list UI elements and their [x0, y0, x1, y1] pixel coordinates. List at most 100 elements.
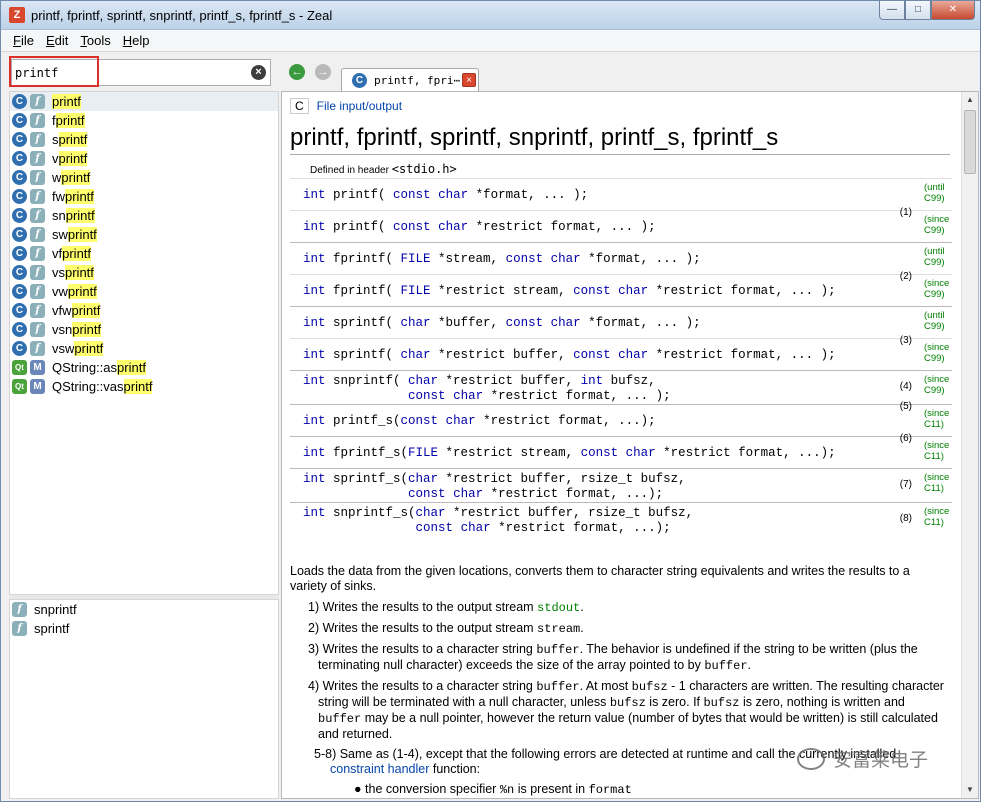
list-item[interactable]: Cf vfwprintf	[10, 301, 278, 320]
clear-search-icon[interactable]: ×	[251, 65, 266, 80]
doc-link[interactable]: constraint handler	[330, 762, 429, 776]
menu-edit[interactable]: Edit	[40, 30, 74, 51]
item-number: 2)	[308, 621, 323, 635]
version-label: (since C99)	[924, 278, 952, 300]
code-inline: %n	[499, 783, 515, 797]
list-item[interactable]: Cf snprintf	[10, 206, 278, 225]
list-item[interactable]: Cf sprintf	[10, 130, 278, 149]
keyword: const	[573, 284, 611, 298]
list-item[interactable]: Cf vfprintf	[10, 244, 278, 263]
list-item[interactable]: Cf vsprintf	[10, 263, 278, 282]
breadcrumb-c[interactable]: C	[290, 98, 309, 114]
version-line: C11)	[924, 451, 944, 462]
menu-help[interactable]: Help	[117, 30, 156, 51]
window-controls: — □ ✕	[879, 1, 975, 21]
search-input[interactable]	[15, 64, 245, 82]
result-prefix: sn	[52, 208, 66, 223]
result-match: printf	[72, 322, 102, 337]
function-icon: f	[12, 602, 27, 617]
keyword: char	[625, 446, 656, 460]
c-docset-icon: C	[352, 73, 367, 88]
maximize-icon[interactable]: □	[905, 1, 931, 20]
related-label: snprintf	[34, 602, 77, 617]
related-item[interactable]: f sprintf	[10, 619, 278, 638]
result-label: vfwprintf	[52, 303, 101, 318]
function-icon: f	[30, 341, 45, 356]
related-item[interactable]: f snprintf	[10, 600, 278, 619]
list-item[interactable]: Cf vswprintf	[10, 339, 278, 358]
related-list[interactable]: f snprintf f sprintf	[9, 599, 279, 799]
result-prefix: w	[52, 170, 62, 185]
list-item[interactable]: Cf wprintf	[10, 168, 278, 187]
keyword: int	[303, 374, 326, 388]
code-line: int sprintf( char *buffer, const char *f…	[303, 316, 701, 330]
result-match: printf	[67, 284, 97, 299]
result-match: printf	[65, 265, 94, 280]
scroll-up-icon[interactable]: ▲	[962, 92, 978, 108]
keyword: FILE	[408, 446, 439, 460]
code-inline: buffer	[536, 643, 580, 657]
result-match: printf	[58, 132, 88, 147]
list-item[interactable]: Cf swprintf	[10, 225, 278, 244]
back-icon[interactable]: ←	[289, 64, 305, 80]
close-icon[interactable]: ✕	[931, 1, 975, 20]
list-item[interactable]: Cf fwprintf	[10, 187, 278, 206]
keyword: FILE	[400, 284, 431, 298]
result-label: vsnprintf	[52, 322, 102, 337]
code-inline: bufsz	[703, 696, 740, 710]
menu-file[interactable]: File	[7, 30, 40, 51]
menu-mnemonic: E	[45, 33, 55, 48]
result-label: sprintf	[52, 132, 88, 147]
keyword: char	[618, 348, 649, 362]
declaration-row: int snprintf_s(char *restrict buffer, rs…	[290, 502, 952, 536]
search-box[interactable]: ×	[11, 59, 271, 86]
c-docset-icon: C	[12, 151, 27, 166]
scroll-down-icon[interactable]: ▼	[962, 782, 978, 798]
error-bullet: ● the conversion specifier %n is present…	[354, 782, 632, 797]
qt-docset-icon: Qt	[12, 360, 27, 375]
version-line: (since	[924, 214, 950, 225]
result-match: printf	[65, 189, 94, 204]
vertical-scrollbar[interactable]: ▲ ▼	[961, 92, 978, 798]
menu-tools[interactable]: Tools	[74, 30, 116, 51]
description-item: 4) Writes the results to a character str…	[308, 679, 944, 741]
declaration-row: int fprintf( FILE *stream, const char *f…	[290, 242, 952, 274]
list-item[interactable]: Qt M QString::vasprintf	[10, 377, 278, 396]
doc-content[interactable]: C File input/output printf, fprintf, spr…	[281, 91, 979, 799]
header-name[interactable]: <stdio.h>	[392, 162, 457, 176]
app-window: Z printf, fprintf, sprintf, snprintf, pr…	[0, 0, 981, 802]
title-bar[interactable]: Z printf, fprintf, sprintf, snprintf, pr…	[1, 1, 980, 30]
result-label: wprintf	[52, 170, 91, 185]
code-line: int sprintf( char *restrict buffer, cons…	[303, 348, 836, 362]
list-item[interactable]: Cf fprintf	[10, 111, 278, 130]
search-results-list[interactable]: Cf printf Cf fprintf Cf sprintf Cf vprintf Cf wpr…	[9, 91, 279, 595]
tab-close-icon[interactable]: ×	[462, 73, 476, 87]
version-line: (since	[924, 374, 950, 385]
declaration-row: int sprintf( char *restrict buffer, cons…	[290, 335, 952, 370]
code-line: int sprintf_s(char *restrict buffer, rsi…	[303, 472, 686, 486]
list-item[interactable]: Cf vprintf	[10, 149, 278, 168]
code-inline: bufsz	[609, 696, 646, 710]
tab-doc[interactable]: C printf, fpri⋯ ×	[341, 68, 479, 91]
result-match: printf	[62, 246, 92, 261]
version-label: (since C11)	[924, 440, 952, 462]
breadcrumb-link[interactable]: File input/output	[317, 99, 402, 113]
keyword: int	[303, 188, 326, 202]
result-match: printf	[71, 303, 101, 318]
code-inline: format	[588, 783, 632, 797]
version-line: C99)	[924, 289, 945, 300]
code-link[interactable]: stdout	[537, 601, 580, 615]
forward-icon[interactable]: →	[315, 64, 331, 80]
list-item[interactable]: Cf printf	[10, 92, 278, 111]
overload-number: (4)	[899, 381, 912, 392]
scroll-thumb[interactable]	[964, 110, 976, 174]
function-icon: f	[30, 132, 45, 147]
list-item[interactable]: Cf vsnprintf	[10, 320, 278, 339]
function-icon: f	[30, 94, 45, 109]
keyword: const	[393, 220, 431, 234]
minimize-icon[interactable]: —	[879, 1, 905, 20]
list-item[interactable]: Qt M QString::asprintf	[10, 358, 278, 377]
list-item[interactable]: Cf vwprintf	[10, 282, 278, 301]
menu-label-rest: elp	[132, 33, 150, 48]
result-label: fprintf	[52, 113, 85, 128]
